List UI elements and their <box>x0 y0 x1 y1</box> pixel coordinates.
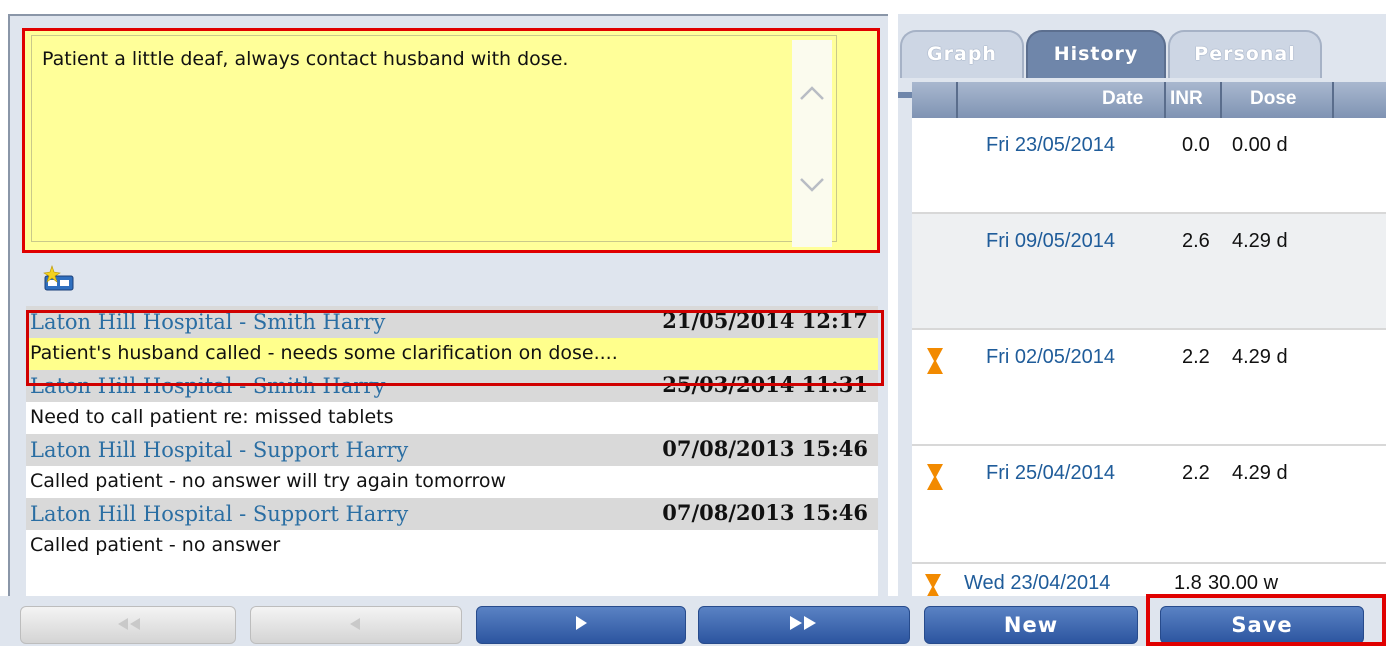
skip-back-icon <box>112 607 144 643</box>
tab-personal[interactable]: Personal <box>1168 30 1322 78</box>
row-date: Fri 23/05/2014 <box>986 134 1115 156</box>
row-inr: 2.6 <box>1182 230 1210 252</box>
note-entry-body: Need to call patient re: missed tablets <box>26 402 878 434</box>
note-textarea[interactable]: Patient a little deaf, always contact hu… <box>31 35 837 247</box>
column-header-dose[interactable]: Dose <box>1250 88 1296 110</box>
new-button[interactable]: New <box>924 606 1138 644</box>
tab-graph[interactable]: Graph <box>900 30 1024 78</box>
table-row[interactable]: Fri 09/05/2014 2.6 4.29 d <box>912 214 1386 330</box>
column-divider <box>956 82 958 118</box>
note-entry-body: Called patient - no answer will try agai… <box>26 466 878 498</box>
row-date: Wed 23/04/2014 <box>964 572 1111 594</box>
note-source: Laton Hill Hospital - Support Harry <box>30 438 409 462</box>
list-item[interactable]: Laton Hill Hospital - Smith Harry 25/03/… <box>26 370 878 434</box>
row-dose: 4.29 d <box>1232 230 1288 252</box>
previous-record-button[interactable] <box>250 606 462 644</box>
first-record-button[interactable] <box>20 606 236 644</box>
last-record-button[interactable] <box>698 606 910 644</box>
table-row[interactable]: Fri 02/05/2014 2.2 4.29 d <box>912 330 1386 446</box>
row-date: Fri 25/04/2014 <box>986 462 1115 484</box>
fast-forward-icon <box>786 607 822 643</box>
hourglass-icon <box>926 346 944 376</box>
row-inr: 0.0 <box>1182 134 1210 156</box>
note-scrollbar[interactable] <box>792 40 832 247</box>
tab-history[interactable]: History <box>1026 30 1166 78</box>
bottom-toolbar: New Save <box>0 596 1386 646</box>
note-source: Laton Hill Hospital - Smith Harry <box>30 374 386 398</box>
history-table[interactable]: Date INR Dose Fri 23/05/2014 0.0 0.00 d … <box>912 82 1386 596</box>
note-text: Patient's husband called - needs some cl… <box>30 342 618 364</box>
back-icon <box>346 607 366 643</box>
note-source: Laton Hill Hospital - Support Harry <box>30 502 409 526</box>
notes-history-list[interactable]: Laton Hill Hospital - Smith Harry 21/05/… <box>26 306 878 598</box>
list-item[interactable]: Laton Hill Hospital - Support Harry 07/0… <box>26 498 878 562</box>
save-button[interactable]: Save <box>1160 606 1364 644</box>
hourglass-icon <box>926 462 944 492</box>
note-text: Called patient - no answer will try agai… <box>30 470 507 492</box>
row-dose: 4.29 d <box>1232 462 1288 484</box>
row-dose: 4.29 d <box>1232 346 1288 368</box>
row-date: Fri 02/05/2014 <box>986 346 1115 368</box>
note-entry-header: Laton Hill Hospital - Support Harry 07/0… <box>26 498 878 530</box>
history-panel: Graph Personal History Date INR Dose Fri… <box>898 14 1386 596</box>
row-dose: 0.00 d <box>1232 134 1288 156</box>
row-dose: 30.00 w <box>1208 572 1279 594</box>
note-entry-header: Laton Hill Hospital - Support Harry 07/0… <box>26 434 878 466</box>
note-text: Called patient - no answer <box>30 534 281 556</box>
column-divider <box>1220 82 1222 118</box>
play-icon <box>571 607 591 643</box>
table-header: Date INR Dose <box>912 82 1386 118</box>
current-note-editor[interactable]: Patient a little deaf, always contact hu… <box>22 28 880 253</box>
scroll-up-icon[interactable] <box>798 80 826 108</box>
column-header-inr[interactable]: INR <box>1170 88 1203 110</box>
new-note-icon[interactable] <box>42 264 76 292</box>
column-divider <box>1332 82 1334 118</box>
table-row[interactable]: Fri 25/04/2014 2.2 4.29 d <box>912 446 1386 564</box>
list-item[interactable]: Laton Hill Hospital - Smith Harry 21/05/… <box>26 306 878 370</box>
note-source: Laton Hill Hospital - Smith Harry <box>30 310 386 334</box>
row-inr: 1.8 <box>1174 572 1202 594</box>
table-row[interactable]: Fri 23/05/2014 0.0 0.00 d <box>912 118 1386 214</box>
column-header-date[interactable]: Date <box>1102 88 1143 110</box>
hourglass-icon <box>924 572 942 596</box>
note-datetime: 21/05/2014 12:17 <box>662 308 868 333</box>
note-datetime: 25/03/2014 11:31 <box>662 372 868 397</box>
note-entry-body: Called patient - no answer <box>26 530 878 562</box>
note-entry-body: Patient's husband called - needs some cl… <box>26 338 878 370</box>
row-inr: 2.2 <box>1182 462 1210 484</box>
tab-bar: Graph Personal History <box>898 30 1386 98</box>
column-divider <box>1164 82 1166 118</box>
note-entry-header: Laton Hill Hospital - Smith Harry 25/03/… <box>26 370 878 402</box>
row-inr: 2.2 <box>1182 346 1210 368</box>
list-item[interactable]: Laton Hill Hospital - Support Harry 07/0… <box>26 434 878 498</box>
current-note-text[interactable]: Patient a little deaf, always contact hu… <box>42 48 568 70</box>
row-date: Fri 09/05/2014 <box>986 230 1115 252</box>
table-row[interactable]: Wed 23/04/2014 1.8 30.00 w <box>912 564 1386 596</box>
note-datetime: 07/08/2013 15:46 <box>662 500 868 525</box>
inr-patient-window: Patient a little deaf, always contact hu… <box>0 0 1386 646</box>
note-entry-header: Laton Hill Hospital - Smith Harry 21/05/… <box>26 306 878 338</box>
scroll-down-icon[interactable] <box>798 170 826 198</box>
note-datetime: 07/08/2013 15:46 <box>662 436 868 461</box>
note-text: Need to call patient re: missed tablets <box>30 406 394 428</box>
next-record-button[interactable] <box>476 606 686 644</box>
